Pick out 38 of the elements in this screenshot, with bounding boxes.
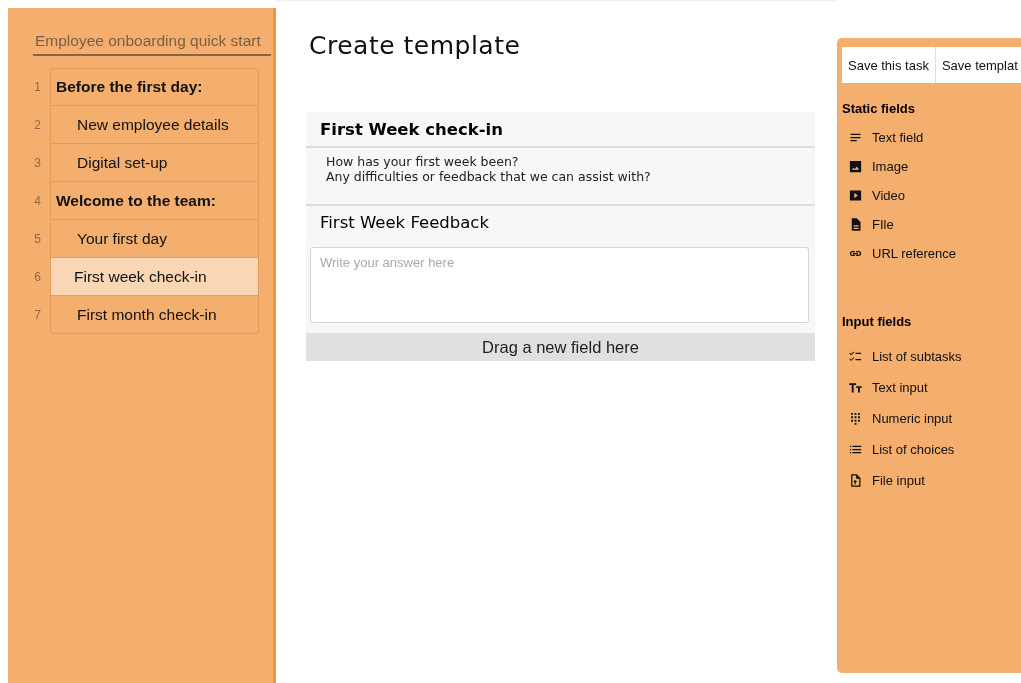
field-type-item[interactable]: Text input — [872, 380, 928, 395]
section-heading[interactable]: Before the first day: — [50, 68, 259, 106]
dialpad-icon — [848, 411, 863, 426]
step-item[interactable]: Digital set-up — [50, 144, 259, 182]
field-type-item[interactable]: File input — [872, 473, 925, 488]
step-number: 1 — [33, 79, 42, 96]
text-size-icon — [848, 380, 863, 395]
step-number: 5 — [33, 231, 42, 248]
field-type-item[interactable]: FIle — [872, 217, 894, 232]
answer-field[interactable]: Write your answer here — [310, 247, 809, 323]
step-number: 7 — [33, 307, 42, 324]
step-number: 4 — [33, 193, 42, 210]
section-title: Static fields — [842, 101, 916, 116]
play-icon — [848, 188, 863, 203]
drop-zone[interactable]: Drag a new field here — [306, 333, 815, 361]
field-type-item[interactable]: List of choices — [872, 442, 955, 457]
task-description: How has your first week been? Any difficulties or feedback that we can assist with? — [306, 148, 815, 206]
template-name-field[interactable]: Employee onboarding quick start — [33, 30, 271, 56]
field-type-item[interactable]: List of subtasks — [872, 349, 962, 364]
field-type-item[interactable]: URL reference — [872, 246, 957, 261]
step-item[interactable]: New employee details — [50, 106, 259, 144]
field-type-item[interactable]: Text field — [872, 130, 924, 145]
checklist-icon — [848, 349, 863, 364]
step-item[interactable]: First month check-in — [50, 296, 259, 334]
field-type-item[interactable]: Numeric input — [872, 411, 953, 426]
step-item[interactable]: First week check-in — [50, 258, 259, 296]
field-type-item[interactable]: Video — [872, 188, 905, 203]
task-title: First Week check-in — [306, 112, 815, 148]
question-label: First Week Feedback — [319, 212, 490, 234]
step-number: 6 — [33, 269, 42, 286]
step-number: 3 — [33, 155, 42, 172]
section-title: Input fields — [842, 314, 913, 329]
file-upload-icon — [848, 473, 863, 488]
step-number: 2 — [33, 117, 42, 134]
page-title: Create template — [309, 31, 522, 60]
field-type-item[interactable]: Image — [872, 159, 909, 174]
image-icon — [848, 159, 863, 174]
section-heading[interactable]: Welcome to the team: — [50, 182, 259, 220]
